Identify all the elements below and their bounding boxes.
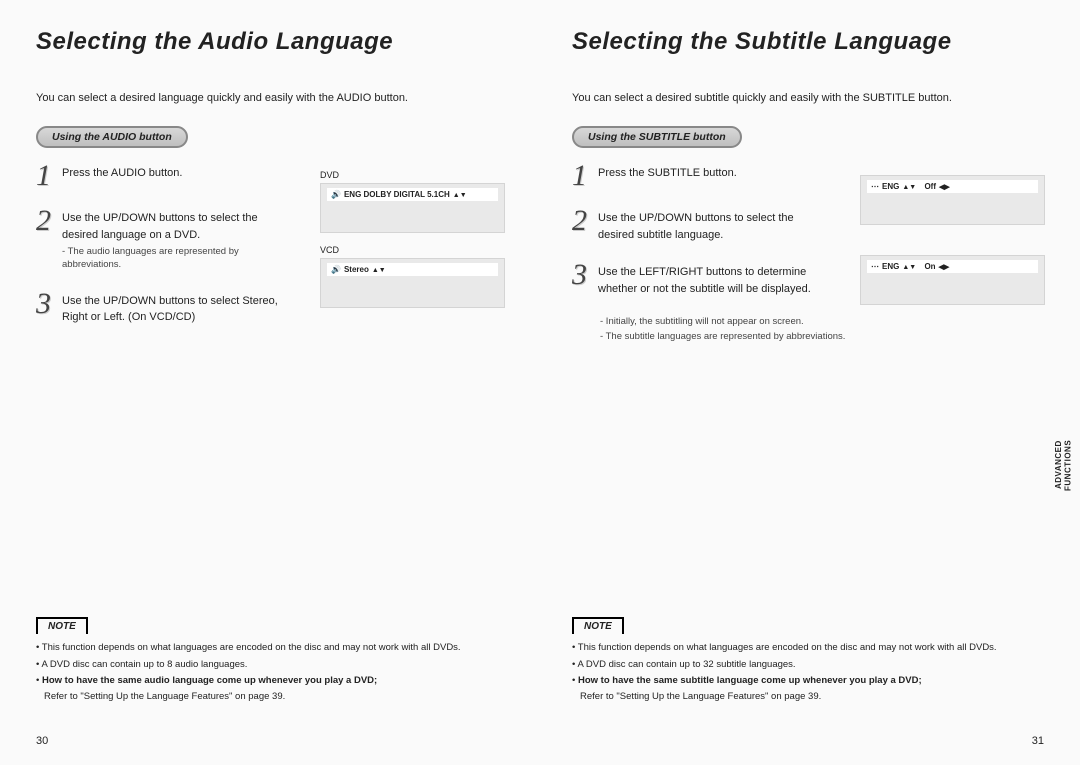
figure-label-vcd: VCD — [320, 245, 510, 255]
step-number: 1 — [36, 162, 62, 189]
osd-preview-dvd: 🔊 ENG DOLBY DIGITAL 5.1CH — [320, 183, 505, 233]
note-item: How to have the same audio language come… — [36, 673, 504, 705]
figure-column-left: DVD 🔊 ENG DOLBY DIGITAL 5.1CH VCD 🔊 Ster… — [320, 170, 510, 320]
subtitle-icon: ⋯ — [871, 182, 879, 191]
note-label: NOTE — [36, 617, 88, 634]
step-subnote: - The audio languages are represented by… — [62, 245, 292, 272]
page-number-right: 31 — [1032, 735, 1044, 747]
step-text-body: Use the UP/DOWN buttons to select the de… — [62, 212, 258, 241]
osd-bar-text: ENG DOLBY DIGITAL 5.1CH — [344, 190, 450, 199]
note-item: How to have the same subtitle language c… — [572, 673, 1044, 705]
note-bold: How to have the same audio language come… — [42, 675, 377, 686]
figure-label-dvd: DVD — [320, 170, 510, 180]
step-text: Press the SUBTITLE button. — [598, 162, 737, 182]
step-text: Press the AUDIO button. — [62, 162, 182, 182]
updown-arrows-icon — [902, 262, 916, 271]
page-right: Selecting the Subtitle Language You can … — [540, 0, 1080, 765]
notes-block-right: NOTE This function depends on what langu… — [572, 616, 1044, 705]
osd-bar-text: Stereo — [344, 265, 369, 274]
speaker-icon: 🔊 — [331, 190, 341, 199]
step-text: Use the LEFT/RIGHT buttons to determine … — [598, 261, 828, 297]
osd-bar: ⋯ ENG Off — [867, 180, 1038, 193]
osd-preview-vcd: 🔊 Stereo — [320, 258, 505, 308]
page-spread: Selecting the Audio Language You can sel… — [0, 0, 1080, 765]
note-item: A DVD disc can contain up to 32 subtitle… — [572, 657, 1044, 673]
updown-arrows-icon — [453, 190, 467, 199]
step-number: 2 — [36, 207, 62, 234]
step-number: 2 — [572, 207, 598, 234]
leftright-arrows-icon — [939, 182, 950, 191]
osd-preview-sub-off: ⋯ ENG Off — [860, 175, 1045, 225]
note-ref: Refer to "Setting Up the Language Featur… — [572, 689, 1044, 705]
step-text: Use the UP/DOWN buttons to select the de… — [62, 207, 292, 272]
page-title-right: Selecting the Subtitle Language — [572, 28, 1044, 56]
subtitle-icon: ⋯ — [871, 262, 879, 271]
osd-bar-lang: ENG — [882, 182, 899, 191]
note-item: A DVD disc can contain up to 8 audio lan… — [36, 657, 504, 673]
step-number: 1 — [572, 162, 598, 189]
osd-bar: ⋯ ENG On — [867, 260, 1038, 273]
note-label: NOTE — [572, 617, 624, 634]
intro-text-left: You can select a desired language quickl… — [36, 92, 508, 104]
step-subnote: - The subtitle languages are represented… — [600, 330, 1044, 343]
page-number-left: 30 — [36, 735, 48, 747]
note-list: This function depends on what languages … — [572, 640, 1044, 705]
chapter-tab-label: ADVANCED FUNCTIONS — [1054, 420, 1073, 510]
figure-column-right: ⋯ ENG Off ⋯ ENG On — [860, 175, 1050, 317]
page-left: Selecting the Audio Language You can sel… — [0, 0, 540, 765]
step-number: 3 — [572, 261, 598, 288]
step-number: 3 — [36, 290, 62, 317]
page-title-left: Selecting the Audio Language — [36, 28, 508, 56]
osd-bar-lang: ENG — [882, 262, 899, 271]
osd-bar-state: On — [924, 262, 935, 271]
step-text: Use the UP/DOWN buttons to select Stereo… — [62, 290, 292, 326]
note-list: This function depends on what languages … — [36, 640, 504, 705]
note-item: This function depends on what languages … — [572, 640, 1044, 656]
osd-bar: 🔊 ENG DOLBY DIGITAL 5.1CH — [327, 188, 498, 201]
intro-text-right: You can select a desired subtitle quickl… — [572, 92, 1044, 104]
note-ref: Refer to "Setting Up the Language Featur… — [36, 689, 504, 705]
note-item: This function depends on what languages … — [36, 640, 504, 656]
section-pill-audio: Using the AUDIO button — [36, 126, 188, 148]
updown-arrows-icon — [902, 182, 916, 191]
note-bold: How to have the same subtitle language c… — [578, 675, 922, 686]
leftright-arrows-icon — [939, 262, 950, 271]
notes-block-left: NOTE This function depends on what langu… — [36, 616, 504, 705]
section-pill-subtitle: Using the SUBTITLE button — [572, 126, 742, 148]
osd-preview-sub-on: ⋯ ENG On — [860, 255, 1045, 305]
chapter-tab: ADVANCED FUNCTIONS — [1048, 420, 1080, 510]
speaker-icon: 🔊 — [331, 265, 341, 274]
step-text: Use the UP/DOWN buttons to select the de… — [598, 207, 828, 243]
osd-bar: 🔊 Stereo — [327, 263, 498, 276]
updown-arrows-icon — [372, 265, 386, 274]
osd-bar-state: Off — [924, 182, 936, 191]
